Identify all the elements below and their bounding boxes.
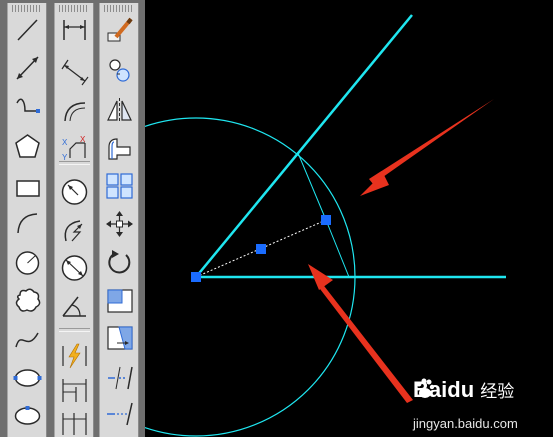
- match-properties-icon[interactable]: [103, 15, 136, 45]
- aligned-dimension-icon[interactable]: [58, 57, 91, 87]
- toolbar-separator: [59, 328, 90, 332]
- red-arrow-upper: [360, 99, 494, 196]
- watermark-url: jingyan.baidu.com: [413, 416, 518, 431]
- baidu-logo: Bai du 经验: [413, 377, 515, 402]
- move-icon[interactable]: [103, 209, 136, 239]
- array-icon[interactable]: [103, 171, 136, 201]
- grip-mid[interactable]: [256, 244, 266, 254]
- draw-toolbar: [7, 3, 47, 437]
- toolbar-panel: XYX: [0, 0, 145, 437]
- toolbar-separator: [59, 161, 90, 165]
- polyline-icon[interactable]: [11, 91, 44, 121]
- chord-line-lower[interactable]: [325, 219, 350, 278]
- revision-cloud-icon[interactable]: [11, 285, 44, 315]
- arc-icon[interactable]: [11, 208, 44, 238]
- red-arrow-lower: [308, 264, 413, 403]
- paw-icon: [416, 378, 435, 398]
- line-icon[interactable]: [11, 15, 44, 45]
- rotate-icon[interactable]: [103, 248, 136, 278]
- grip-start[interactable]: [191, 272, 201, 282]
- ordinate-dimension-icon[interactable]: XYX: [58, 133, 91, 163]
- spline-icon[interactable]: [11, 325, 44, 355]
- diameter-dimension-icon[interactable]: [58, 253, 91, 283]
- modify-toolbar: [99, 3, 139, 437]
- continue-dimension-icon[interactable]: [58, 407, 91, 437]
- angled-line[interactable]: [195, 14, 413, 278]
- toolbar-grip[interactable]: [12, 5, 42, 12]
- rectangle-icon[interactable]: [11, 173, 44, 203]
- angular-dimension-icon[interactable]: [58, 291, 91, 321]
- trim-icon[interactable]: [103, 363, 136, 393]
- chord-line-upper[interactable]: [297, 152, 327, 221]
- ellipse-arc-icon[interactable]: [11, 399, 44, 429]
- copy-objects-icon[interactable]: [103, 55, 136, 85]
- drawing-geometry[interactable]: [145, 0, 553, 437]
- quick-dimension-icon[interactable]: [58, 341, 91, 371]
- svg-text:X: X: [62, 138, 68, 147]
- grip-end[interactable]: [321, 215, 331, 225]
- linear-dimension-icon[interactable]: [58, 15, 91, 45]
- toolbar-grip[interactable]: [104, 5, 134, 12]
- polygon-icon[interactable]: [11, 131, 44, 161]
- mirror-icon[interactable]: [103, 95, 136, 125]
- construction-line-icon[interactable]: [11, 53, 44, 83]
- ellipse-icon[interactable]: [11, 363, 44, 393]
- jogged-radius-icon[interactable]: [58, 216, 91, 246]
- extend-icon[interactable]: [103, 399, 136, 429]
- offset-icon[interactable]: [103, 133, 136, 163]
- radius-dimension-icon[interactable]: [58, 177, 91, 207]
- baseline-dimension-icon[interactable]: [58, 375, 91, 405]
- scale-icon[interactable]: [103, 286, 136, 316]
- drawing-canvas[interactable]: Bai du 经验 jingyan.baidu.com: [145, 0, 553, 437]
- dimension-toolbar: XYX: [54, 3, 94, 437]
- toolbar-grip[interactable]: [59, 5, 89, 12]
- stretch-icon[interactable]: [103, 323, 136, 353]
- circle-icon[interactable]: [11, 248, 44, 278]
- arc-length-icon[interactable]: [58, 95, 91, 125]
- baidu-watermark: Bai du 经验 jingyan.baidu.com: [413, 377, 545, 431]
